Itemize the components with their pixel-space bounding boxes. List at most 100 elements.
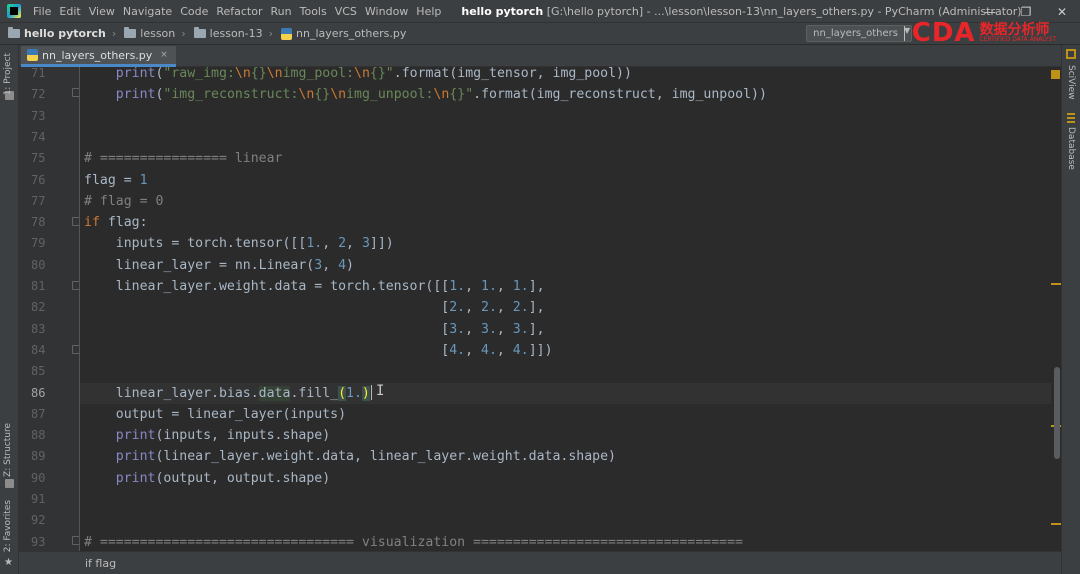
line-number: 72 [31,87,46,102]
line-number-gutter: 71 72 73 74 75 76 77 78 79 80 81 82 83 8… [19,66,81,551]
menu-refactor[interactable]: Refactor [214,5,268,18]
code-line: print(output, output.shape) [115,470,331,486]
chevron-right-icon: › [111,27,117,40]
line-number: 76 [31,172,46,187]
line-number: 78 [31,215,46,230]
menu-view[interactable]: View [87,5,121,18]
watermark-brand: CDA [911,18,976,48]
breadcrumb-lesson-13[interactable]: lesson-13 › [193,27,274,40]
line-number: 74 [31,129,46,144]
python-file-icon [281,27,293,40]
folder-icon [8,27,20,38]
menu-vcs[interactable]: VCS [333,5,363,18]
database-tool-tab[interactable]: Database [1066,127,1076,170]
editor-scrollbar[interactable] [1051,67,1061,551]
window-title: hello pytorch [G:\hello pytorch] - ...\l… [461,5,1021,18]
code-line: print("raw_img:\n{}\nimg_pool:\n{}".form… [115,67,632,81]
code-line: inputs = torch.tensor([[1., 2, 3]]) [84,236,394,252]
menu-help[interactable]: Help [414,5,447,18]
code-line: print("img_reconstruct:\n{}\nimg_unpool:… [115,87,767,103]
maximize-icon[interactable]: ❐ [1008,5,1044,19]
folder-icon [124,27,137,38]
line-number: 80 [31,257,46,272]
structure-tool-tab[interactable]: Z: Structure [3,423,13,477]
run-configuration-label: nn_layers_others [813,28,898,39]
code-line: print(linear_layer.weight.data, linear_l… [115,449,616,465]
menu-window[interactable]: Window [363,5,414,18]
line-number: 89 [31,449,46,464]
star-icon: ★ [4,557,13,568]
chevron-right-icon: › [268,27,274,40]
code-line: # ================ linear [84,151,283,167]
minimize-icon[interactable]: — [972,5,1008,19]
code-breadcrumb[interactable]: if flag [85,557,116,570]
left-tool-strip: 1: Project Z: Structure 2: Favorites ★ [0,45,19,574]
menu-tools[interactable]: Tools [298,5,333,18]
inspection-warning-icon[interactable] [1051,70,1060,79]
watermark-cn: 数据分析师 CERTIFIED DATA ANALYST [980,23,1056,43]
warning-marker[interactable] [1051,283,1061,285]
menu-edit[interactable]: Edit [57,5,86,18]
code-breadcrumb-footer: if flag [19,551,1061,574]
breadcrumb-project[interactable]: hello pytorch › [8,27,116,40]
line-number: 83 [31,321,46,336]
folder-icon [193,27,206,38]
breadcrumb-lesson-label: lesson [140,27,176,40]
close-icon[interactable]: ✕ [1044,5,1080,19]
menu-navigate[interactable]: Navigate [121,5,178,18]
right-tool-strip: SciView Database [1061,45,1080,574]
chevron-down-icon: ▼ [904,26,910,41]
line-number: 73 [31,108,46,123]
warning-marker[interactable] [1051,523,1061,525]
breadcrumb-project-label: hello pytorch [24,27,106,40]
window-title-path: [G:\hello pytorch] - ...\lesson\lesson-1… [543,4,1022,18]
code-line: [3., 3., 3.], [84,321,545,337]
code-line: [2., 2., 2.], [84,300,545,316]
watermark-cn-sub: CERTIFIED DATA ANALYST [979,36,1056,43]
editor-tab-bar: nn_layers_others.py × [19,45,1061,67]
breadcrumb-lesson[interactable]: lesson › [124,27,186,40]
line-number: 93 [31,534,46,549]
code-line: linear_layer = nn.Linear(3, 4) [84,257,354,273]
line-number-current: 86 [31,385,46,400]
pycharm-logo-icon [7,4,21,18]
line-number: 84 [31,342,46,357]
run-configuration-select[interactable]: nn_layers_others ▼ [806,25,912,42]
menu-run[interactable]: Run [269,5,298,18]
sciview-tool-tab[interactable]: SciView [1066,65,1076,100]
code-editor[interactable]: print("raw_img:\n{}\nimg_pool:\n{}".form… [80,67,1051,551]
code-line: flag = 1 [84,172,148,188]
code-line: if flag: [84,215,148,231]
chevron-right-icon: › [181,27,186,40]
line-number: 71 [31,66,46,80]
scrollbar-thumb[interactable] [1054,367,1060,459]
breadcrumb-lesson-13-label: lesson-13 [209,27,263,40]
code-line-current: linear_layer.bias.data.fill_(1.) [80,382,1051,404]
line-number: 92 [31,513,46,528]
sciview-icon [1066,49,1076,59]
breadcrumb-file[interactable]: nn_layers_others.py [281,27,406,40]
code-line: [4., 4., 4.]]) [84,342,553,358]
favorites-tool-tab[interactable]: 2: Favorites [3,500,13,552]
window-title-project: hello pytorch [461,4,544,18]
close-tab-icon[interactable]: × [160,50,168,60]
code-line: # ================================ visua… [84,534,743,550]
line-number: 87 [31,406,46,421]
menu-code[interactable]: Code [178,5,214,18]
line-number: 81 [31,279,46,293]
line-number: 91 [31,492,46,506]
line-number: 75 [31,151,46,166]
menu-file[interactable]: File [31,5,57,18]
python-file-icon [27,49,38,61]
line-number: 90 [31,470,46,485]
line-number: 79 [31,236,46,251]
mouse-ibeam-cursor-icon: I [376,383,385,399]
cda-watermark: CDA 数据分析师 CERTIFIED DATA ANALYST [912,18,1056,48]
database-icon [1067,113,1075,123]
project-tool-tab[interactable]: 1: Project [3,53,13,95]
